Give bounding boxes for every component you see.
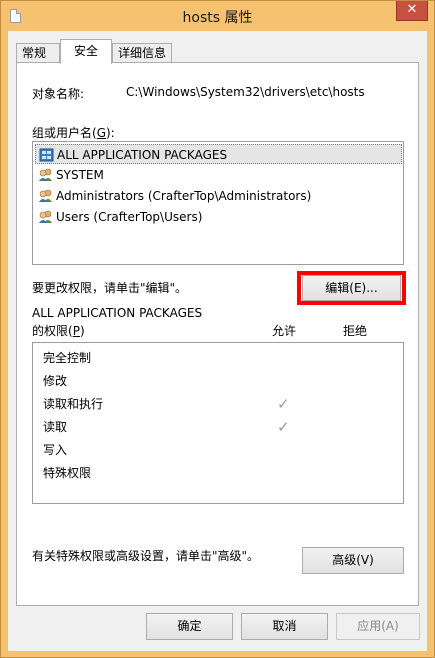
- dialog-client: 常规 安全 详细信息 对象名称: C:\Windows\System32\dri…: [8, 31, 427, 651]
- title-bar[interactable]: hosts 属性 ✕: [1, 1, 434, 31]
- table-row: 完全控制: [43, 348, 403, 368]
- list-item[interactable]: SYSTEM: [35, 165, 402, 185]
- permission-name: 完全控制: [43, 351, 92, 365]
- ok-button[interactable]: 确定: [146, 613, 233, 640]
- user-name: Users (CrafterTop\Users): [56, 210, 203, 224]
- cancel-button[interactable]: 取消: [241, 613, 328, 640]
- table-row: 写入: [43, 440, 403, 460]
- permission-name: 写入: [43, 443, 68, 457]
- user-name: ALL APPLICATION PACKAGES: [57, 148, 228, 162]
- deny-column-header: 拒绝: [343, 324, 368, 338]
- permission-name: 读取和执行: [43, 397, 104, 411]
- users-icon: [39, 210, 52, 223]
- table-row: 特殊权限: [43, 463, 403, 483]
- close-button[interactable]: ✕: [396, 1, 428, 21]
- object-name-label: 对象名称:: [32, 87, 85, 101]
- groups-label: 组或用户名(G):: [32, 124, 115, 141]
- permissions-for-name: ALL APPLICATION PACKAGES: [32, 306, 203, 320]
- groups-label-suffix: ):: [106, 126, 115, 140]
- user-name: Administrators (CrafterTop\Administrator…: [56, 189, 312, 203]
- change-permissions-hint: 要更改权限，请单击"编辑"。: [32, 281, 188, 295]
- perm-label-suffix: ): [79, 324, 85, 338]
- perm-label-prefix: 的权限(: [32, 324, 73, 338]
- advanced-button[interactable]: 高级(V): [302, 547, 404, 574]
- allow-check-icon: ✓: [277, 418, 290, 436]
- permission-name: 修改: [43, 374, 68, 388]
- permissions-for-label: 的权限(P): [32, 322, 85, 339]
- users-icon: [39, 189, 52, 202]
- app-packages-icon: [39, 148, 54, 162]
- allow-column-header: 允许: [272, 324, 297, 338]
- users-icon: [39, 168, 52, 181]
- table-row: 读取和执行 ✓: [43, 394, 403, 414]
- permission-name: 特殊权限: [43, 466, 92, 480]
- list-item[interactable]: Users (CrafterTop\Users): [35, 207, 402, 227]
- permission-name: 读取: [43, 420, 68, 434]
- table-row: 读取 ✓: [43, 417, 403, 437]
- advanced-hint: 有关特殊权限或高级设置，请单击"高级"。: [32, 549, 260, 563]
- apply-button[interactable]: 应用(A): [336, 613, 420, 640]
- security-panel: 对象名称: C:\Windows\System32\drivers\etc\ho…: [16, 62, 419, 606]
- users-listbox[interactable]: ALL APPLICATION PACKAGES SYSTEM Administ…: [32, 141, 404, 265]
- tab-security[interactable]: 安全: [60, 39, 112, 64]
- allow-check-icon: ✓: [277, 395, 290, 413]
- list-item[interactable]: Administrators (CrafterTop\Administrator…: [35, 186, 402, 206]
- tab-general[interactable]: 常规: [16, 43, 60, 63]
- permissions-listbox[interactable]: 完全控制 修改 读取和执行 ✓ 读取 ✓ 写入 特殊权限: [32, 342, 404, 504]
- properties-window: hosts 属性 ✕ 常规 安全 详细信息 对象名称: C:\Windows\S…: [0, 0, 435, 658]
- list-item[interactable]: ALL APPLICATION PACKAGES: [35, 144, 402, 164]
- tab-details[interactable]: 详细信息: [112, 43, 172, 63]
- groups-label-prefix: 组或用户名(: [32, 126, 97, 140]
- perm-label-key: P: [72, 324, 80, 338]
- groups-label-key: G: [96, 126, 106, 140]
- edit-button[interactable]: 编辑(E)...: [302, 275, 401, 301]
- object-name-value: C:\Windows\System32\drivers\etc\hosts: [126, 85, 365, 99]
- user-name: SYSTEM: [56, 168, 104, 182]
- window-title: hosts 属性: [182, 10, 253, 26]
- table-row: 修改: [43, 371, 403, 391]
